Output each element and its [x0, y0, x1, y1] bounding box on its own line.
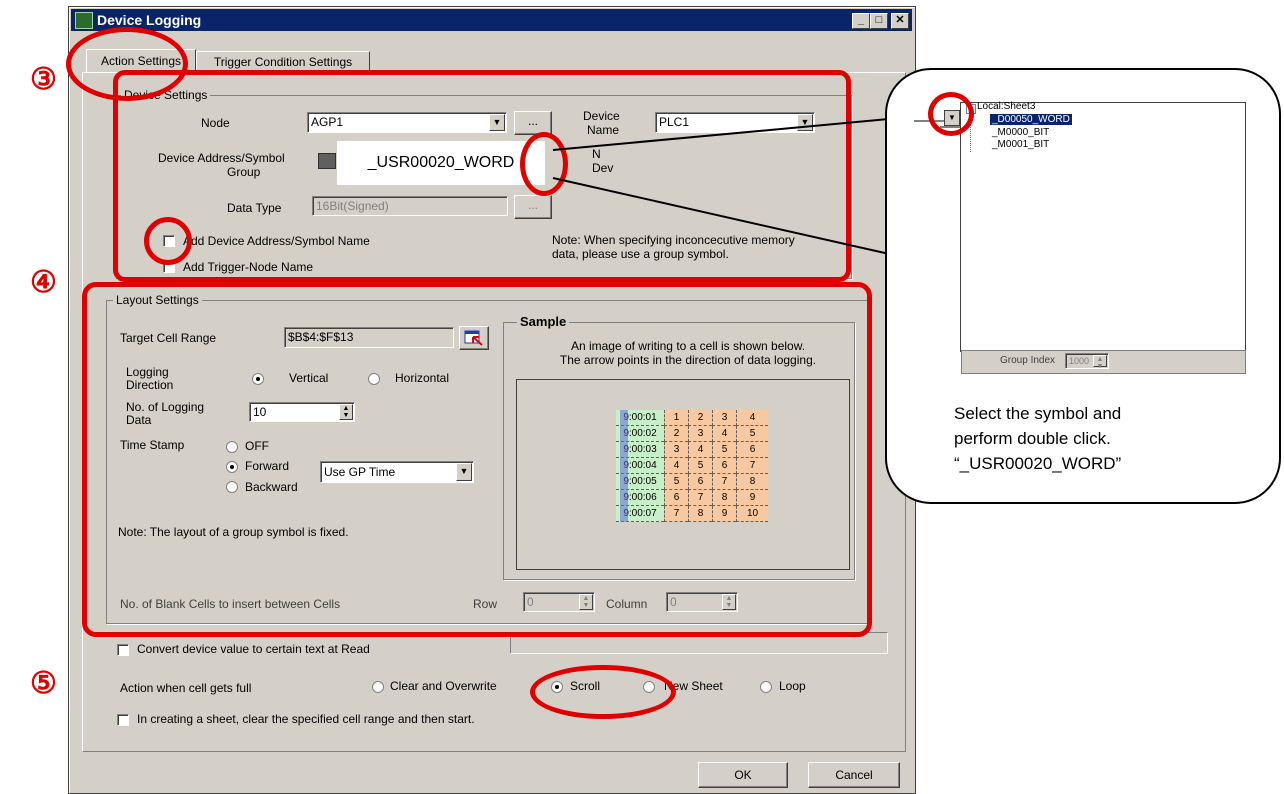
caption-line-2: perform double click. — [954, 429, 1111, 448]
group-index-stepper[interactable]: 1000 ▲ ▼ — [1065, 353, 1109, 370]
group-index-label: Group Index — [1000, 355, 1056, 366]
highlight-dropdown — [928, 92, 974, 136]
tree-root[interactable]: Local:Sheet3 — [977, 101, 1035, 112]
caption-line-3: “_USR00020_WORD” — [954, 454, 1122, 473]
tree-item[interactable]: _M0000_BIT — [992, 127, 1049, 138]
caption-line-1: Select the symbol and — [954, 404, 1122, 423]
tree-item-selected[interactable]: _D00050_WORD — [990, 114, 1072, 125]
group-index-value: 1000 — [1069, 356, 1090, 366]
tree-item[interactable]: _M0001_BIT — [992, 139, 1049, 150]
spinner-icon[interactable]: ▲ ▼ — [1093, 355, 1107, 370]
